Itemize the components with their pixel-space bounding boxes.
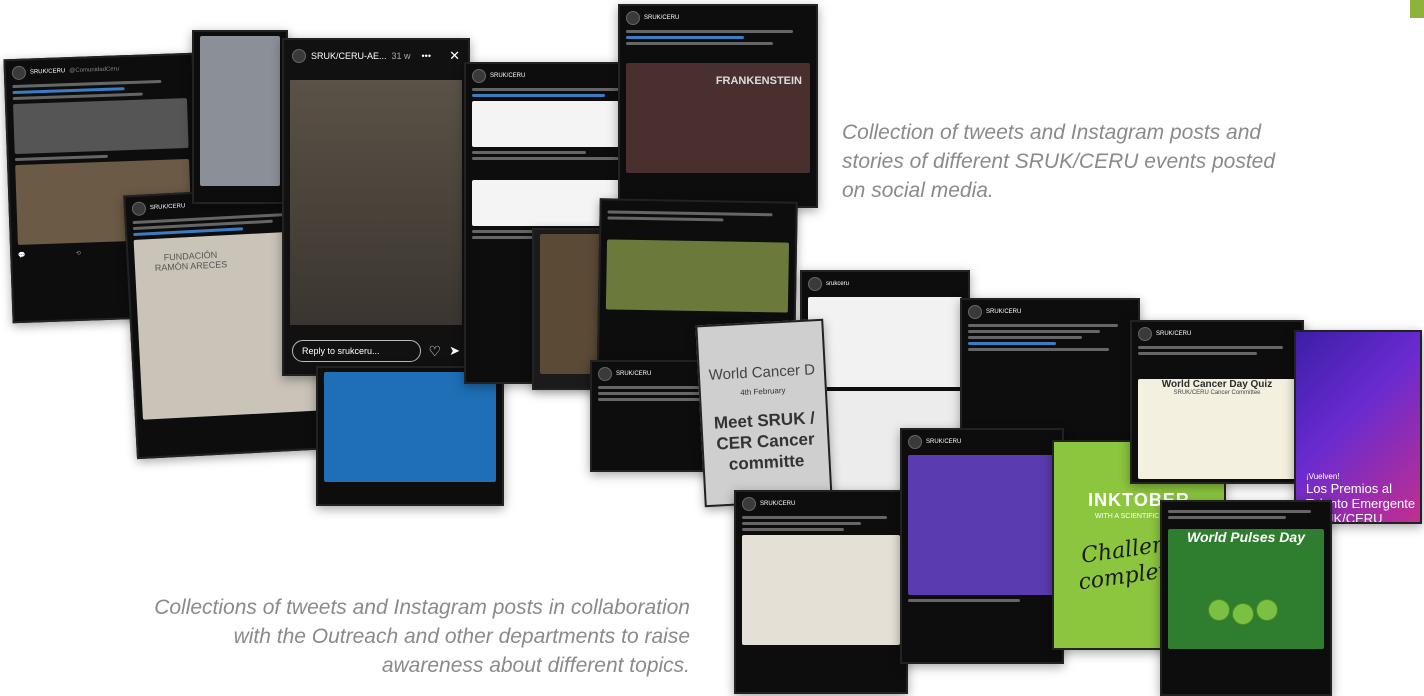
more-icon[interactable]: ••• (422, 51, 431, 61)
tweet-card-frankenstein: SRUK/CERU FRANKENSTEIN (618, 4, 818, 208)
instagram-post-group-photo (316, 366, 504, 506)
wcd-title: World Cancer D (708, 361, 816, 384)
story-age: 31 w (391, 51, 411, 61)
avatar (131, 201, 147, 217)
tweet-card-pie: SRUK/CERU (900, 428, 1064, 664)
instagram-post-premios: ¡Vuelven! Los Premios al Talento Emergen… (1294, 330, 1422, 524)
avatar (908, 435, 922, 449)
tweet-handle: @ComunidadCeru (69, 66, 120, 75)
tweet-card-famous-women: SRUK/CERU (734, 490, 908, 694)
fundacion-sign: FUNDACIÓN RAMÓN ARECES (154, 249, 228, 273)
reply-input[interactable]: Reply to srukceru... (292, 340, 421, 362)
close-icon[interactable]: ✕ (449, 48, 460, 64)
premios-small: ¡Vuelven! (1306, 472, 1340, 481)
quiz-title: World Cancer Day Quiz (1161, 379, 1273, 390)
quiz-image: World Cancer Day Quiz SRUK/CERU Cancer C… (1138, 379, 1296, 479)
instagram-post-panel (192, 30, 288, 204)
tweet-account: SRUK/CERU (1156, 331, 1192, 337)
tweet-account: SRUK/CERU (29, 68, 66, 76)
avatar (11, 65, 27, 81)
pulses-image: World Pulses Day (1168, 529, 1324, 649)
frankenstein-sign: FRANKENSTEIN (715, 75, 802, 87)
avatar (742, 497, 756, 511)
group-photo (324, 372, 496, 482)
caption-top: Collection of tweets and Instagram posts… (842, 121, 1276, 202)
avatar (808, 277, 822, 291)
tweet-account: SRUK/CERU (644, 15, 680, 21)
wcd-meet: Meet SRUK / CER Cancer committe (713, 408, 816, 474)
tweet-account: SRUK/CERU (986, 309, 1022, 315)
avatar (968, 305, 982, 319)
pea-icon (1208, 599, 1230, 621)
quiz-by: SRUK/CERU Cancer Committee (1173, 390, 1261, 396)
corner-accent (1410, 0, 1424, 18)
tweet-account: SRUK/CERU (760, 501, 796, 507)
send-icon[interactable]: ➤ (449, 343, 460, 359)
wcd-date: 4th February (739, 385, 786, 398)
tweet-account: SRUK/CERU (149, 203, 186, 212)
tweet-account: SRUK/CERU (616, 371, 652, 377)
panel-photo (200, 36, 280, 186)
story-photo (290, 80, 462, 325)
story-avatar (292, 49, 306, 63)
pulses-title: World Pulses Day (1186, 529, 1305, 545)
pea-icon (1256, 599, 1278, 621)
avatar (1138, 327, 1152, 341)
tweet-account: SRUK/CERU (926, 439, 962, 445)
frankenstein-photo: FRANKENSTEIN (626, 63, 810, 173)
caption-bottom: Collections of tweets and Instagram post… (154, 596, 690, 677)
avatar (626, 11, 640, 25)
tweet-card-quiz: SRUK/CERU World Cancer Day Quiz SRUK/CER… (1130, 320, 1304, 484)
avatar (598, 367, 612, 381)
video-thumbnail (13, 98, 189, 155)
cards-photo (742, 535, 900, 645)
tweet-account: SRUK/CERU (490, 73, 526, 79)
pie-illustration (908, 455, 1056, 595)
heart-icon[interactable]: ♡ (429, 343, 442, 360)
instagram-story: SRUK/CERU-AE... 31 w ••• ✕ Reply to sruk… (282, 38, 470, 376)
pea-icon (1232, 603, 1254, 625)
brain-connections-banner (605, 239, 790, 313)
story-account: SRUK/CERU-AE... (311, 51, 387, 61)
timeline-chart (808, 297, 962, 387)
instagram-post-world-cancer-day: World Cancer D 4th February Meet SRUK / … (695, 318, 833, 508)
tweet-card-pulses: World Pulses Day (1160, 500, 1332, 696)
avatar (472, 69, 486, 83)
